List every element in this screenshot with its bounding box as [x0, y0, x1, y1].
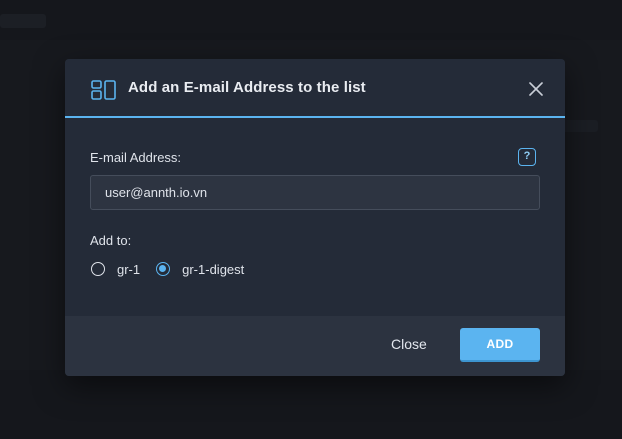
- close-button[interactable]: Close: [391, 336, 427, 352]
- radio-option-gr-1-digest[interactable]: gr-1-digest: [156, 262, 244, 277]
- email-label: E-mail Address:: [90, 150, 182, 165]
- email-input[interactable]: [90, 175, 540, 210]
- radio-button[interactable]: [91, 262, 105, 276]
- radio-label: gr-1-digest: [182, 261, 245, 277]
- dialog-body: E-mail Address: ? Add to: gr-1 gr-1-dige…: [65, 118, 565, 316]
- dialog-header: Add an E-mail Address to the list: [65, 59, 565, 118]
- close-icon[interactable]: [529, 82, 543, 96]
- radio-button-selected[interactable]: [156, 262, 171, 276]
- radio-option-gr-1[interactable]: gr-1: [91, 262, 140, 277]
- list-layout-icon: [91, 80, 116, 100]
- radio-label: gr-1: [117, 261, 141, 277]
- dialog-title: Add an E-mail Address to the list: [128, 79, 366, 96]
- background-text: [0, 14, 46, 28]
- add-button[interactable]: ADD: [460, 328, 540, 362]
- dialog-footer: Close ADD: [65, 316, 565, 376]
- group-radio-group: gr-1 gr-1-digest: [91, 259, 260, 279]
- add-to-label: Add to:: [90, 233, 132, 248]
- add-email-dialog: Add an E-mail Address to the list E-mail…: [65, 59, 565, 376]
- help-button[interactable]: ?: [518, 148, 536, 166]
